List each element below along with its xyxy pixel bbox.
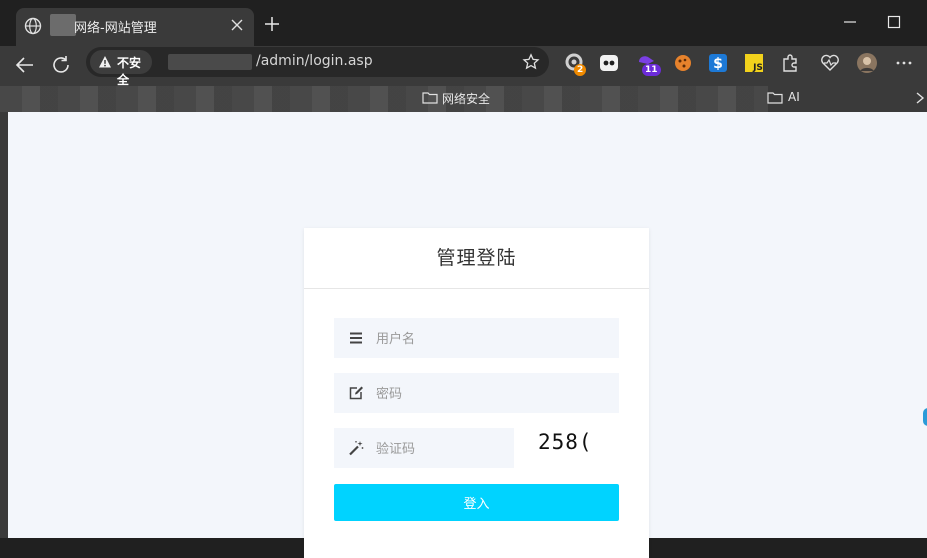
- globe-icon: [24, 17, 42, 35]
- security-chip[interactable]: 不安全: [90, 50, 152, 87]
- more-menu-icon[interactable]: [893, 52, 915, 74]
- extension-1-icon[interactable]: 2: [564, 52, 587, 76]
- browser-toolbar: 不安全 /admin/login.asp 2 11 $ JS: [0, 46, 927, 87]
- svg-text:JS: JS: [752, 63, 763, 73]
- bookmarks-redaction: [0, 86, 768, 112]
- url-path: /admin/login.asp: [256, 53, 373, 69]
- login-button[interactable]: 登入: [334, 484, 619, 521]
- bookmarks-bar: 网络安全 AI: [0, 86, 927, 112]
- health-heart-icon[interactable]: [819, 52, 841, 74]
- tab-title: 网络-网站管理: [74, 21, 157, 36]
- svg-text:$: $: [713, 56, 723, 72]
- password-field[interactable]: [334, 373, 619, 415]
- url-host-redaction: [168, 54, 252, 70]
- extension-badge: 2: [574, 64, 587, 76]
- captcha-input[interactable]: [374, 428, 508, 470]
- folder-icon: [767, 92, 783, 104]
- bars-icon: [350, 332, 362, 344]
- side-panel-edge: [0, 112, 8, 538]
- folder-icon: [422, 92, 438, 104]
- javascript-icon[interactable]: JS: [743, 52, 765, 74]
- captcha-field[interactable]: [334, 428, 514, 470]
- browser-tab[interactable]: 网络-网站管理: [16, 8, 254, 46]
- chevron-right-icon[interactable]: [913, 91, 927, 105]
- login-title: 管理登陆: [304, 228, 649, 289]
- star-icon[interactable]: [522, 53, 540, 71]
- maximize-icon[interactable]: [887, 15, 901, 29]
- new-tab-icon[interactable]: [263, 15, 281, 33]
- username-field[interactable]: [334, 318, 619, 360]
- security-label: 不安全: [117, 56, 142, 87]
- bookmark-network-security[interactable]: 网络安全: [442, 90, 490, 107]
- floating-edge-button[interactable]: [923, 408, 927, 426]
- password-input[interactable]: [374, 373, 608, 415]
- extension-3-icon[interactable]: 11: [636, 52, 661, 76]
- tab-title-redaction: [50, 14, 76, 36]
- extensions-puzzle-icon[interactable]: [779, 52, 801, 74]
- reload-icon[interactable]: [50, 54, 72, 76]
- close-icon[interactable]: [230, 18, 244, 32]
- extension-2-icon[interactable]: [598, 52, 620, 74]
- warning-icon: [99, 56, 111, 68]
- extension-dollar-icon[interactable]: $: [707, 52, 729, 74]
- captcha-image[interactable]: 258(: [538, 426, 613, 458]
- tab-strip: 网络-网站管理: [0, 0, 927, 46]
- cookie-icon[interactable]: [672, 52, 694, 74]
- edit-icon: [349, 386, 363, 400]
- address-bar[interactable]: 不安全 /admin/login.asp: [86, 47, 549, 87]
- minimize-icon[interactable]: [843, 15, 857, 29]
- bookmark-ai[interactable]: AI: [788, 90, 800, 104]
- magic-wand-icon: [349, 441, 364, 456]
- extension-badge: 11: [642, 64, 661, 76]
- username-input[interactable]: [374, 318, 608, 360]
- back-arrow-icon[interactable]: [14, 54, 36, 76]
- login-card: 管理登陆 258( 登入: [304, 228, 649, 558]
- page-viewport: 管理登陆 258( 登入: [8, 112, 927, 558]
- profile-avatar[interactable]: [856, 52, 878, 74]
